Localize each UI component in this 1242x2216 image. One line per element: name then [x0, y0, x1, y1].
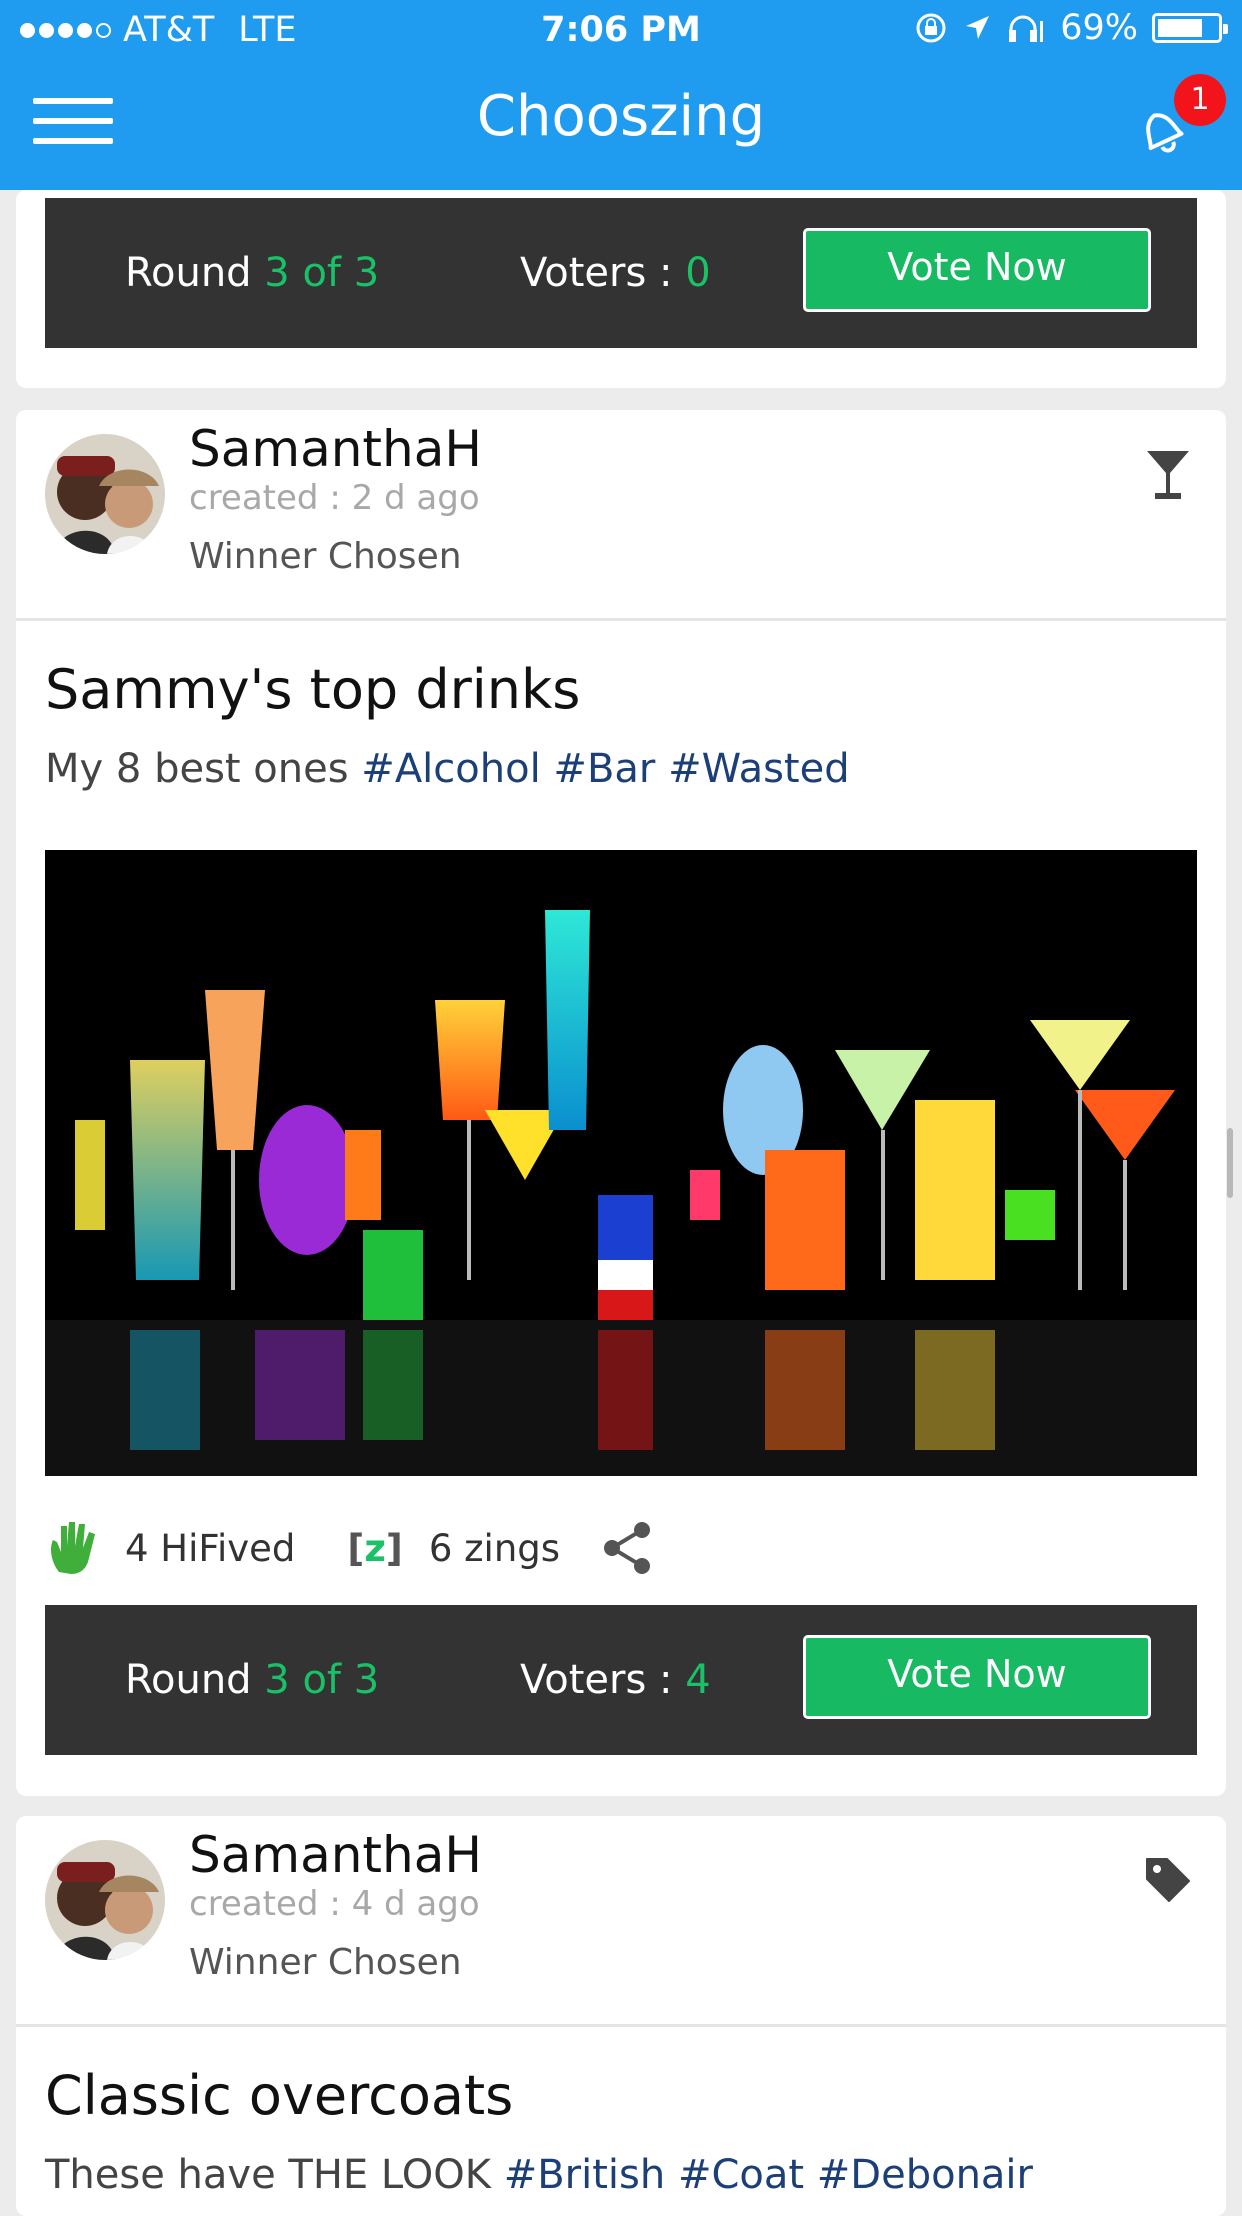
avatar[interactable]: [45, 434, 165, 554]
location-arrow-icon: [966, 16, 990, 39]
voters-label: Voters :: [520, 250, 686, 296]
voters-count: 0: [685, 250, 711, 296]
divider: [16, 2024, 1226, 2027]
round-bar: Round 3 of 3 Voters : 4 Vote Now: [45, 1605, 1197, 1755]
scrollbar[interactable]: [1227, 1128, 1233, 1198]
status-bar: AT&T LTE 7:06 PM 69%: [0, 0, 1242, 62]
created-time: created : 2 d ago: [189, 478, 480, 518]
description-text: My 8 best ones: [45, 746, 349, 792]
post-actions: 4 HiFived [z] 6 zings: [45, 1515, 656, 1581]
hashtag-link[interactable]: #Wasted: [668, 746, 850, 792]
share-icon[interactable]: [600, 1518, 656, 1578]
voters-info: Voters : 4: [520, 1657, 711, 1703]
vote-now-button[interactable]: Vote Now: [803, 1635, 1151, 1719]
hifive-hand-icon[interactable]: [45, 1518, 105, 1578]
post-title: Classic overcoats: [45, 2064, 514, 2127]
round-info: Round 3 of 3: [125, 1657, 379, 1703]
battery-percent: 69%: [1060, 8, 1138, 48]
cocktail-glass-icon: [1147, 451, 1189, 499]
zing-icon[interactable]: [z]: [347, 1527, 402, 1570]
post-status: Winner Chosen: [189, 536, 462, 577]
post-image[interactable]: [45, 850, 1197, 1476]
post-status: Winner Chosen: [189, 1942, 462, 1983]
username[interactable]: SamanthaH: [189, 1826, 482, 1884]
created-time: created : 4 d ago: [189, 1884, 480, 1924]
round-value: 3 of 3: [264, 250, 380, 296]
notification-badge: 1: [1174, 74, 1226, 126]
post-description: These have THE LOOK #British #Coat #Debo…: [45, 2152, 1033, 2198]
voters-info: Voters : 0: [520, 250, 711, 296]
hashtag-link[interactable]: #British: [504, 2152, 666, 2198]
description-text: These have THE LOOK: [45, 2152, 491, 2198]
vote-now-button[interactable]: Vote Now: [803, 228, 1151, 312]
hifived-count[interactable]: 4 HiFived: [125, 1527, 295, 1570]
round-info: Round 3 of 3: [125, 250, 379, 296]
username[interactable]: SamanthaH: [189, 420, 482, 478]
app-title: Chooszing: [476, 84, 766, 149]
avatar[interactable]: [45, 1840, 165, 1960]
voters-count: 4: [685, 1657, 711, 1703]
voters-label: Voters :: [520, 1657, 686, 1703]
round-value: 3 of 3: [264, 1657, 380, 1703]
battery-icon: [1152, 13, 1228, 43]
hashtag-link[interactable]: #Debonair: [817, 2152, 1033, 2198]
hashtag-link[interactable]: #Alcohol: [361, 746, 540, 792]
orientation-lock-icon: [916, 13, 946, 43]
app-header: Chooszing 1: [0, 62, 1242, 190]
divider: [16, 618, 1226, 621]
tag-icon: [1146, 1858, 1190, 1902]
post-title: Sammy's top drinks: [45, 658, 581, 721]
headphones-icon: [1009, 15, 1044, 42]
zings-count[interactable]: 6 zings: [429, 1527, 560, 1570]
round-bar: Round 3 of 3 Voters : 0 Vote Now: [45, 198, 1197, 348]
status-icons: 69%: [914, 8, 1228, 48]
round-label: Round: [125, 1657, 252, 1703]
post-description: My 8 best ones #Alcohol #Bar #Wasted: [45, 746, 850, 792]
hashtag-link[interactable]: #Coat: [678, 2152, 804, 2198]
hashtag-link[interactable]: #Bar: [553, 746, 655, 792]
round-label: Round: [125, 250, 252, 296]
